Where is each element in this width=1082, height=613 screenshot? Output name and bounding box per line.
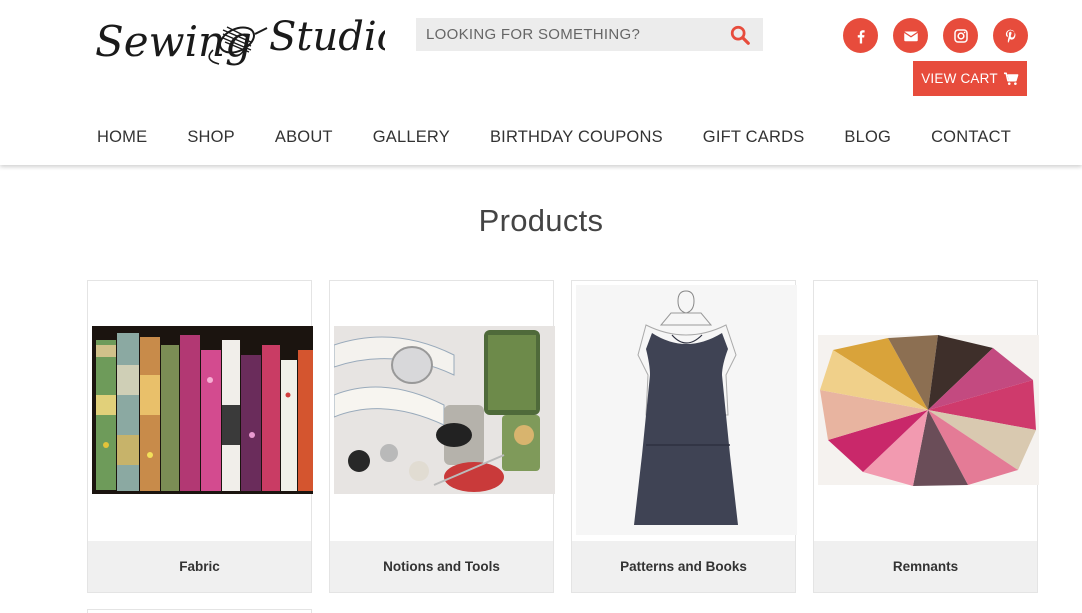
category-card-label[interactable]: Patterns and Books: [572, 541, 795, 592]
facebook-icon[interactable]: [843, 18, 878, 53]
search-input[interactable]: [416, 18, 716, 51]
category-card-remnants[interactable]: Remnants: [813, 280, 1039, 593]
nav-item-home[interactable]: HOME: [97, 128, 147, 147]
category-card-patterns-and-books[interactable]: Patterns and Books: [571, 280, 797, 593]
search-icon[interactable]: [729, 24, 751, 46]
category-card-label[interactable]: Remnants: [814, 541, 1037, 592]
nav-item-birthday-coupons[interactable]: BIRTHDAY COUPONS: [490, 128, 663, 147]
category-card-label[interactable]: Notions and Tools: [330, 541, 553, 592]
main-nav: HOME SHOP ABOUT GALLERY BIRTHDAY COUPONS…: [97, 128, 1011, 147]
fabric-remnants-image[interactable]: [818, 285, 1039, 543]
social-links: [843, 18, 1028, 53]
cart-icon: [1003, 72, 1019, 85]
site-header: Sewing Studio: [0, 0, 1082, 165]
nav-item-contact[interactable]: CONTACT: [931, 128, 1011, 147]
page-title: Products: [478, 203, 604, 238]
category-card-label[interactable]: Fabric: [88, 541, 311, 592]
category-card-fabric[interactable]: Fabric: [87, 280, 313, 593]
category-card-partial[interactable]: [87, 609, 312, 613]
logo-image: Sewing Studio: [95, 14, 401, 66]
pattern-dress-image[interactable]: [576, 285, 797, 543]
instagram-icon[interactable]: [943, 18, 978, 53]
nav-item-gift-cards[interactable]: GIFT CARDS: [703, 128, 805, 147]
envelope-icon[interactable]: [893, 18, 928, 53]
logo[interactable]: Sewing Studio: [93, 8, 401, 74]
nav-item-gallery[interactable]: GALLERY: [373, 128, 450, 147]
logo-text-right: Studio: [269, 14, 385, 60]
nav-item-about[interactable]: ABOUT: [275, 128, 333, 147]
view-cart-label: VIEW CART: [921, 71, 998, 86]
view-cart-button[interactable]: VIEW CART: [913, 61, 1027, 96]
search-bar: [416, 18, 763, 51]
category-card-notions-and-tools[interactable]: Notions and Tools: [329, 280, 555, 593]
nav-item-shop[interactable]: SHOP: [187, 128, 235, 147]
nav-item-blog[interactable]: BLOG: [844, 128, 891, 147]
notions-tools-image[interactable]: [334, 285, 555, 543]
fabric-image[interactable]: [92, 285, 313, 543]
pinterest-icon[interactable]: [993, 18, 1028, 53]
logo-text-left: Sewing: [95, 17, 252, 66]
